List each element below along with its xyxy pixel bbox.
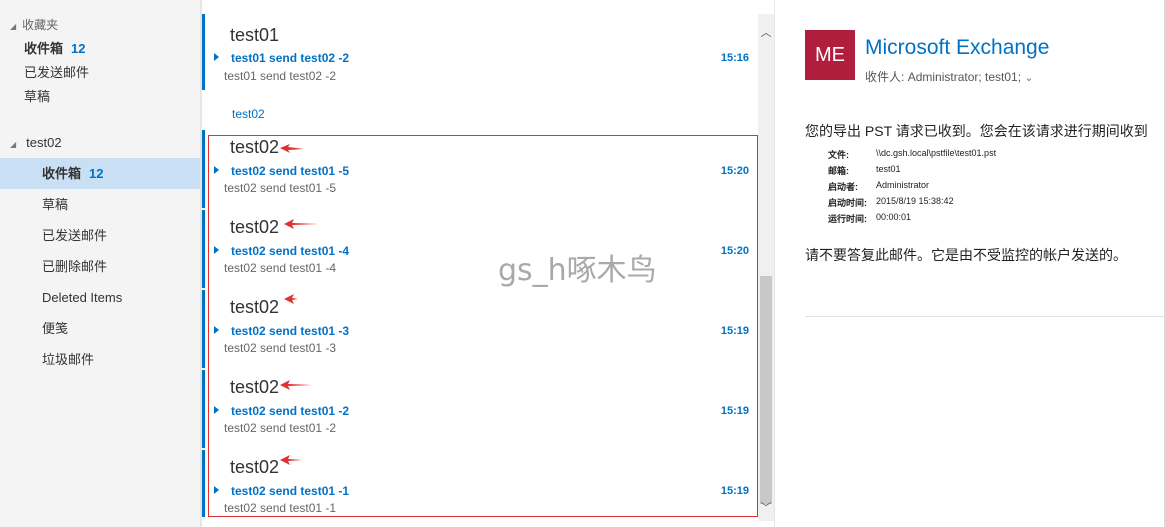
detail-value: Administrator xyxy=(876,180,930,190)
conversation-sender: test01 xyxy=(230,25,280,45)
detail-key: 启动时间: xyxy=(828,198,867,208)
scroll-down-icon[interactable]: ﹀ xyxy=(758,501,774,515)
unread-count: 12 xyxy=(89,166,104,181)
collapse-triangle-icon: ◢ xyxy=(10,140,17,149)
detail-value: 2015/8/19 15:38:42 xyxy=(876,196,954,206)
folder-drafts[interactable]: 草稿 xyxy=(0,189,200,220)
group-header: test02 xyxy=(232,107,265,121)
scroll-up-icon[interactable]: ︿ xyxy=(758,26,774,40)
divider xyxy=(805,316,1166,317)
recipients-line: 收件人: Administrator; test01; ⌄ xyxy=(865,68,1034,85)
scroll-thumb[interactable] xyxy=(760,276,772,504)
recipients-label: 收件人: xyxy=(865,70,905,84)
unread-count: 12 xyxy=(71,41,86,56)
account-header[interactable]: ◢ test02 xyxy=(10,135,62,150)
recipients-value[interactable]: Administrator; test01; xyxy=(908,70,1021,84)
detail-key: 文件: xyxy=(828,150,849,160)
favorites-inbox-label: 收件箱 xyxy=(24,41,64,56)
selection-bar xyxy=(202,290,205,368)
folder-deleted[interactable]: 已删除邮件 xyxy=(0,251,200,282)
detail-value: test01 xyxy=(876,164,901,174)
avatar: ME xyxy=(805,30,855,80)
conversation-subject: test01 send test02 -2 xyxy=(231,51,350,65)
selection-bar xyxy=(202,14,205,90)
selection-bar xyxy=(202,210,205,288)
body-paragraph: 您的导出 PST 请求已收到。您会在该请求进行期间收到 xyxy=(805,123,1148,139)
body-paragraph: 请不要答复此邮件。它是由不受监控的帐户发送的。 xyxy=(805,247,1127,263)
folder-sent[interactable]: 已发送邮件 xyxy=(0,220,200,251)
folder-pane: ◢ 收藏夹 收件箱 12 已发送邮件 草稿 ◢ test02 收件箱 12 草稿 已发送… xyxy=(0,0,200,527)
folder-inbox-label: 收件箱 xyxy=(42,166,82,181)
favorites-drafts[interactable]: 草稿 xyxy=(24,86,50,105)
detail-key: 运行时间: xyxy=(828,214,867,224)
collapse-triangle-icon: ◢ xyxy=(10,22,17,31)
detail-value: \\dc.gsh.local\pstfile\test01.pst xyxy=(876,148,997,158)
detail-value: 00:00:01 xyxy=(876,212,912,222)
message-list-scrollbar[interactable]: ︿ ﹀ xyxy=(758,14,774,521)
conversation-time: 15:16 xyxy=(720,52,749,64)
folder-junk[interactable]: 垃圾邮件 xyxy=(0,344,200,375)
conversation-preview: test01 send test02 -2 xyxy=(224,69,337,83)
reading-pane: ME Microsoft Exchange 收件人: Administrator… xyxy=(775,0,1166,527)
selection-bar xyxy=(202,450,205,517)
folder-deleted-items[interactable]: Deleted Items xyxy=(0,282,200,313)
conversation-item[interactable]: test01 test01 send test02 -2 15:16 test0… xyxy=(202,14,758,90)
favorites-label: 收藏夹 xyxy=(22,18,59,32)
sender-name[interactable]: Microsoft Exchange xyxy=(865,36,1049,60)
selection-bar xyxy=(202,370,205,448)
message-list: test01 test01 send test02 -2 15:16 test0… xyxy=(202,0,758,527)
detail-key: 启动者: xyxy=(828,182,858,192)
detail-key: 邮箱: xyxy=(828,166,849,176)
favorites-sent[interactable]: 已发送邮件 xyxy=(24,62,89,81)
expand-triangle-icon[interactable] xyxy=(214,53,219,61)
annotation-highlight-box xyxy=(208,135,758,517)
folder-inbox[interactable]: 收件箱 12 xyxy=(0,158,200,189)
account-name: test02 xyxy=(26,135,62,150)
selection-bar xyxy=(202,130,205,208)
favorites-inbox[interactable]: 收件箱 12 xyxy=(24,38,85,57)
favorites-header[interactable]: ◢ 收藏夹 xyxy=(10,16,58,33)
watermark: gs_h啄木鸟 xyxy=(498,253,657,288)
chevron-down-icon[interactable]: ⌄ xyxy=(1024,72,1033,84)
folder-notes[interactable]: 便笺 xyxy=(0,313,200,344)
